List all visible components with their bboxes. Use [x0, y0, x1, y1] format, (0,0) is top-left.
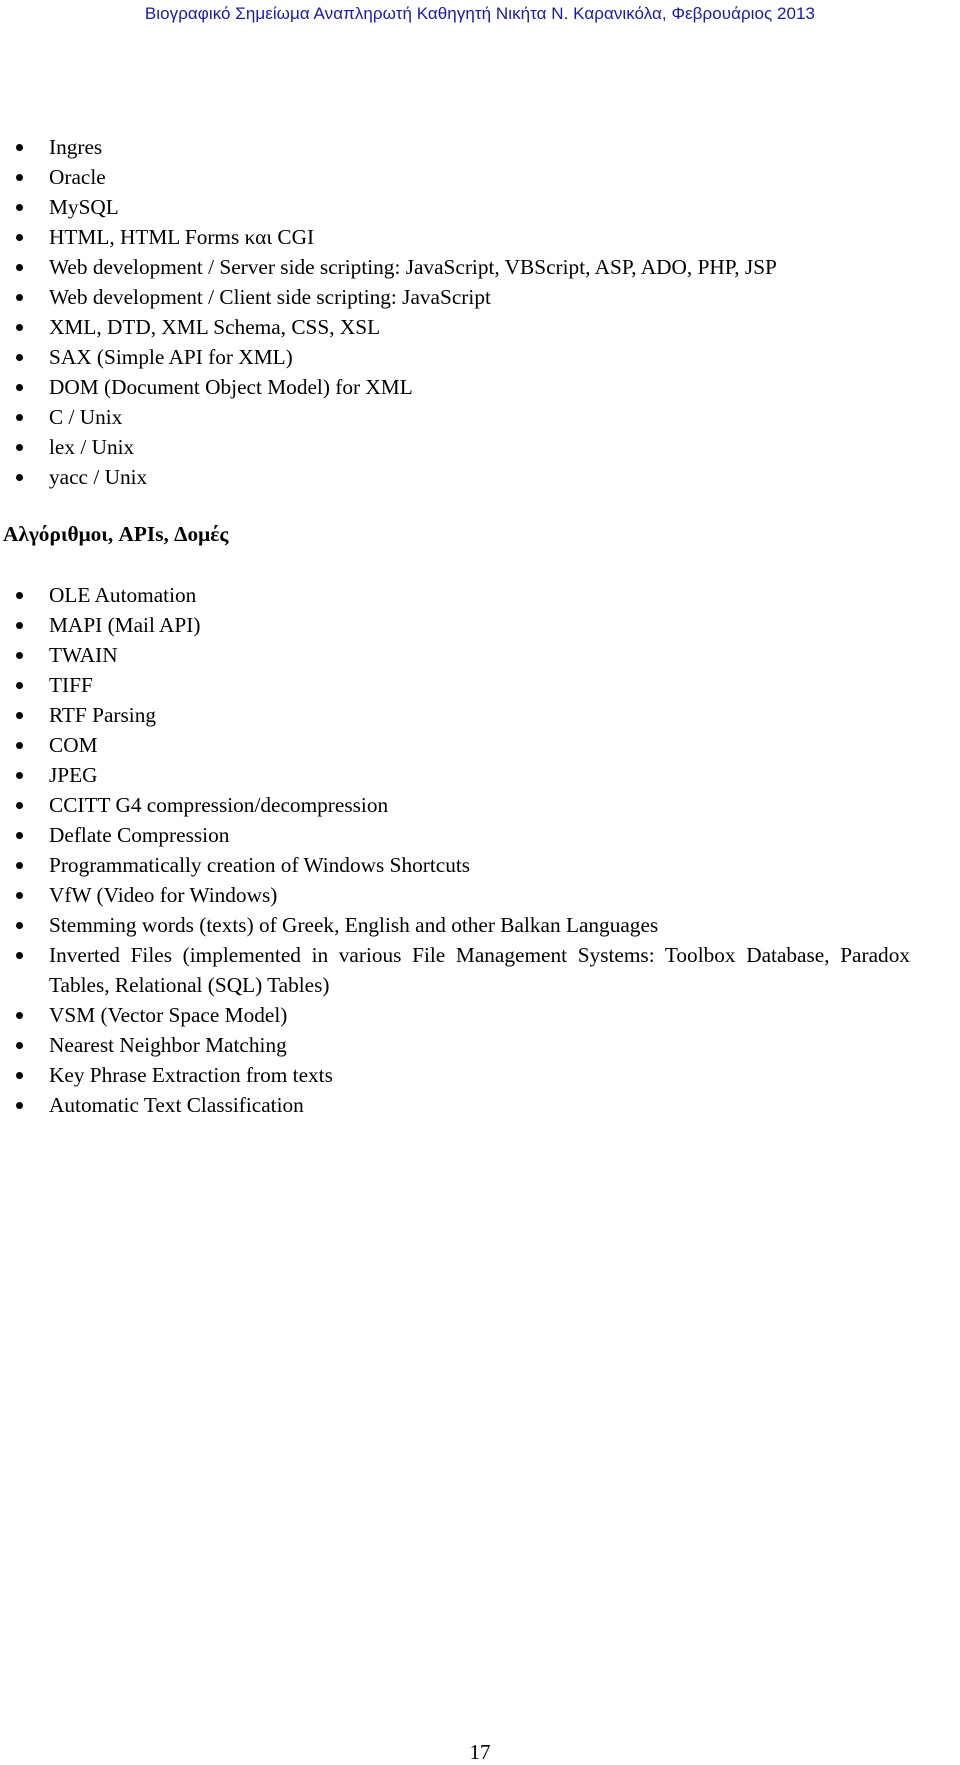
- bullet-icon: [16, 204, 23, 211]
- bullet-icon: [16, 922, 23, 929]
- list-item-text: COM: [49, 733, 98, 757]
- bullet-icon: [16, 862, 23, 869]
- list-item-text: HTML, HTML Forms και CGI: [49, 225, 315, 249]
- list-item: Ingres: [0, 132, 910, 162]
- page-number: 17: [469, 1740, 491, 1764]
- list-item: Key Phrase Extraction from texts: [0, 1060, 910, 1090]
- list-item-text: CCITT G4 compression/decompression: [49, 793, 389, 817]
- list-item-text: Oracle: [49, 165, 106, 189]
- bullet-icon: [16, 652, 23, 659]
- bullet-icon: [16, 1072, 23, 1079]
- page-header-title: Βιογραφικό Σημείωμα Αναπληρωτή Καθηγητή …: [144, 4, 816, 23]
- bullet-icon: [16, 952, 23, 959]
- list-item: VSM (Vector Space Model): [0, 1000, 910, 1030]
- list-item-text: Programmatically creation of Windows Sho…: [49, 853, 471, 877]
- bullet-icon: [16, 892, 23, 899]
- list-item-text: Key Phrase Extraction from texts: [49, 1063, 333, 1087]
- bullet-icon: [16, 174, 23, 181]
- bullet-icon: [16, 384, 23, 391]
- list-item-text: Nearest Neighbor Matching: [49, 1033, 287, 1057]
- list-item-text: C / Unix: [49, 405, 123, 429]
- list-item-text: VSM (Vector Space Model): [49, 1003, 288, 1027]
- skills-list-databases-web: Ingres Oracle MySQL HTML, HTML Forms και…: [0, 132, 960, 492]
- bullet-icon: [16, 324, 23, 331]
- list-item: TIFF: [0, 670, 910, 700]
- list-item-text: MySQL: [49, 195, 119, 219]
- list-item: Nearest Neighbor Matching: [0, 1030, 910, 1060]
- list-item-text: Deflate Compression: [49, 823, 230, 847]
- list-item: HTML, HTML Forms και CGI: [0, 222, 910, 252]
- bullet-icon: [16, 1012, 23, 1019]
- list-item-text: yacc / Unix: [49, 465, 148, 489]
- list-item: C / Unix: [0, 402, 910, 432]
- bullet-icon: [16, 294, 23, 301]
- list-item: Automatic Text Classification: [0, 1090, 910, 1120]
- list-item-text: XML, DTD, XML Schema, CSS, XSL: [49, 315, 381, 339]
- list-item-text: Automatic Text Classification: [49, 1093, 304, 1117]
- bullet-icon: [16, 802, 23, 809]
- bullet-icon: [16, 474, 23, 481]
- list-item: Stemming words (texts) of Greek, English…: [0, 910, 910, 940]
- list-item-text: Web development / Server side scripting:…: [49, 255, 777, 279]
- list-item: MAPI (Mail API): [0, 610, 910, 640]
- bullet-icon: [16, 832, 23, 839]
- list-item: SAX (Simple API for XML): [0, 342, 910, 372]
- list-item: MySQL: [0, 192, 910, 222]
- section-heading-algorithms: Αλγόριθμοι, APIs, Δομές: [3, 522, 229, 546]
- list-item: COM: [0, 730, 910, 760]
- bullet-icon: [16, 444, 23, 451]
- bullet-icon: [16, 414, 23, 421]
- list-item: TWAIN: [0, 640, 910, 670]
- list-item: VfW (Video for Windows): [0, 880, 910, 910]
- list-item-text: TIFF: [49, 673, 93, 697]
- list-item: Web development / Client side scripting:…: [0, 282, 910, 312]
- list-item-text: TWAIN: [49, 643, 118, 667]
- list-item: Deflate Compression: [0, 820, 910, 850]
- list-item-text: lex / Unix: [49, 435, 135, 459]
- bullet-icon: [16, 682, 23, 689]
- list-item-text: MAPI (Mail API): [49, 613, 201, 637]
- list-item-text: VfW (Video for Windows): [49, 883, 278, 907]
- list-item: Oracle: [0, 162, 910, 192]
- bullet-icon: [16, 1102, 23, 1109]
- list-item: RTF Parsing: [0, 700, 910, 730]
- list-item-text: Stemming words (texts) of Greek, English…: [49, 913, 659, 937]
- bullet-icon: [16, 622, 23, 629]
- list-item: lex / Unix: [0, 432, 910, 462]
- list-item: OLE Automation: [0, 580, 910, 610]
- list-item: XML, DTD, XML Schema, CSS, XSL: [0, 312, 910, 342]
- list-item: Web development / Server side scripting:…: [0, 252, 910, 282]
- bullet-icon: [16, 354, 23, 361]
- list-item-text: JPEG: [49, 763, 98, 787]
- bullet-icon: [16, 592, 23, 599]
- bullet-icon: [16, 742, 23, 749]
- bullet-icon: [16, 712, 23, 719]
- list-item: yacc / Unix: [0, 462, 910, 492]
- bullet-icon: [16, 264, 23, 271]
- list-item: CCITT G4 compression/decompression: [0, 790, 910, 820]
- bullet-icon: [16, 234, 23, 241]
- list-item: JPEG: [0, 760, 910, 790]
- bullet-icon: [16, 144, 23, 151]
- bullet-icon: [16, 772, 23, 779]
- list-item-text: RTF Parsing: [49, 703, 156, 727]
- list-item: Programmatically creation of Windows Sho…: [0, 850, 910, 880]
- list-item-text: Ingres: [49, 135, 103, 159]
- list-item-text: DOM (Document Object Model) for XML: [49, 375, 413, 399]
- list-item-text: Web development / Client side scripting:…: [49, 285, 491, 309]
- bullet-icon: [16, 1042, 23, 1049]
- list-item-text: OLE Automation: [49, 583, 197, 607]
- list-item: DOM (Document Object Model) for XML: [0, 372, 910, 402]
- list-item-text: Inverted Files (implemented in various F…: [49, 943, 910, 997]
- list-item-text: SAX (Simple API for XML): [49, 345, 293, 369]
- list-item: Inverted Files (implemented in various F…: [0, 940, 910, 1000]
- skills-list-algorithms-apis: OLE Automation MAPI (Mail API) TWAIN TIF…: [0, 580, 960, 1120]
